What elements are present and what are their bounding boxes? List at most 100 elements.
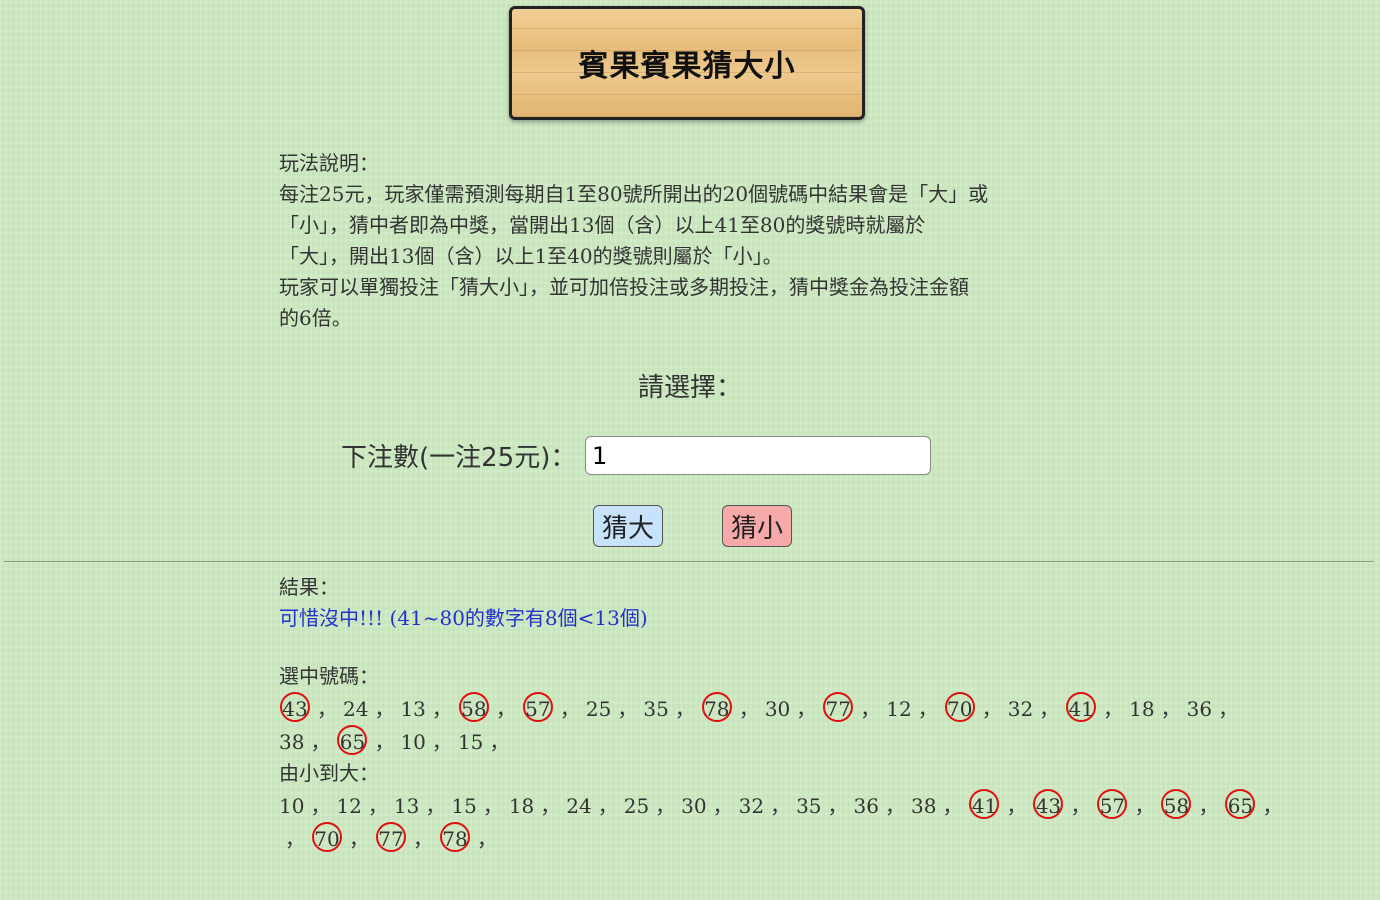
guess-small-button[interactable]: 猜小 <box>722 505 792 547</box>
number-separator: ， <box>884 794 905 818</box>
drawn-number: 24 <box>566 794 592 818</box>
number-separator: ， <box>860 697 881 721</box>
drawn-number: 10 <box>400 730 426 754</box>
rules-description: 玩法說明： 每注25元，玩家僅需預測每期自1至80號所開出的20個號碼中結果會是… <box>279 148 1099 334</box>
big-number-circled: 57 <box>1097 789 1128 819</box>
drawn-number: 32 <box>1007 697 1034 721</box>
rules-line-4: 玩家可以單獨投注「猜大小」，並可加倍投注或多期投注，猜中獎金為投注金額 <box>279 275 969 299</box>
number-separator: ， <box>1070 794 1091 818</box>
drawn-number: 12 <box>886 697 912 721</box>
number-separator: ， <box>413 827 433 851</box>
big-number-circled: 78 <box>701 692 732 722</box>
number-separator: ， <box>310 730 331 754</box>
big-number-circled: 70 <box>312 822 342 852</box>
number-separator: ， <box>1134 794 1155 818</box>
drawn-number: 12 <box>336 794 362 818</box>
drawn-number: 30 <box>764 697 791 721</box>
drawn-number: 13 <box>393 794 420 818</box>
number-separator: ， <box>495 697 516 721</box>
drawn-number: 36 <box>853 794 879 818</box>
drawn-number: 32 <box>738 794 765 818</box>
drawn-number: 15 <box>451 794 477 818</box>
drawn-number: 15 <box>457 730 484 754</box>
rules-line-1: 每注25元，玩家僅需預測每期自1至80號所開出的20個號碼中結果會是「大」或 <box>279 182 989 206</box>
number-separator: ， <box>796 697 817 721</box>
number-separator: ， <box>617 697 638 721</box>
game-title: 賓果賓果猜大小 <box>578 49 796 84</box>
number-separator: ， <box>712 794 733 818</box>
drawn-number: 36 <box>1186 697 1213 721</box>
number-separator: ， <box>559 697 580 721</box>
drawn-number: 13 <box>400 697 426 721</box>
drawn-number: 25 <box>585 697 612 721</box>
bet-count-label: 下注數(一注25元)： <box>341 443 577 473</box>
number-separator: ， <box>374 730 395 754</box>
number-separator: ， <box>285 827 305 851</box>
result-message: 可惜沒中!!! (41~80的數字有8個<13個) <box>279 606 648 630</box>
big-number-circled: 70 <box>944 692 975 722</box>
drawn-number: 24 <box>343 697 369 721</box>
rules-line-5: 的6倍。 <box>279 306 352 330</box>
number-separator: ， <box>425 794 446 818</box>
drawn-number: 35 <box>643 697 669 721</box>
number-separator: ， <box>655 794 676 818</box>
number-separator: ， <box>540 794 561 818</box>
number-separator: ， <box>317 697 337 721</box>
drawn-number: 38 <box>910 794 937 818</box>
rules-line-2: 「小」，猜中者即為中獎，當開出13個（含）以上41至80的獎號時就屬於 <box>279 213 926 237</box>
selected-numbers-row-1: 43， 24， 13， 58， 57， 25， 35， 78， 30， 77， 12， 70， 32， 4… <box>279 692 1238 725</box>
number-separator: ， <box>310 794 331 818</box>
number-separator: ， <box>1103 697 1124 721</box>
number-separator: ， <box>367 794 388 818</box>
drawn-number: 38 <box>279 730 305 754</box>
result-heading: 結果： <box>279 575 339 599</box>
number-separator: ， <box>1160 697 1181 721</box>
drawn-number: 18 <box>1129 697 1155 721</box>
number-separator: ， <box>489 730 510 754</box>
number-separator: ， <box>1006 794 1027 818</box>
number-separator: ， <box>917 697 938 721</box>
big-number-circled: 65 <box>1225 789 1256 819</box>
game-title-sign: 賓果賓果猜大小 <box>509 6 865 120</box>
divider <box>4 561 1374 562</box>
number-separator: ， <box>1039 697 1060 721</box>
number-separator: ， <box>1218 697 1239 721</box>
big-number-circled: 41 <box>1066 692 1097 722</box>
number-separator: ， <box>942 794 963 818</box>
big-number-circled: 58 <box>458 692 489 722</box>
drawn-number: 25 <box>623 794 650 818</box>
big-number-circled: 77 <box>376 822 406 852</box>
number-separator: ， <box>674 697 695 721</box>
number-separator: ， <box>827 794 848 818</box>
big-number-circled: 57 <box>522 692 553 722</box>
big-number-circled: 78 <box>440 822 470 852</box>
rules-heading: 玩法說明： <box>279 151 379 175</box>
rules-line-3: 「大」，開出13個（含）以上1至40的獎號則屬於「小」。 <box>279 244 783 268</box>
number-separator: ， <box>1262 794 1283 818</box>
selected-numbers-row-2: 38， 65， 10， 15， <box>279 725 1099 758</box>
number-separator: ， <box>431 730 452 754</box>
number-separator: ， <box>597 794 618 818</box>
sorted-numbers-row-1: 10， 12， 13， 15， 18， 24， 25， 30， 32， 35， 36， 38， 41， 4… <box>279 789 1282 822</box>
guess-big-button[interactable]: 猜大 <box>593 505 663 547</box>
number-separator: ， <box>374 697 395 721</box>
sorted-numbers-row-2: ， 70 ， 77 ， 78 ， <box>279 822 1099 855</box>
big-number-circled: 77 <box>823 692 854 722</box>
big-number-circled: 43 <box>280 692 310 722</box>
drawn-number: 18 <box>508 794 535 818</box>
number-separator: ， <box>431 697 452 721</box>
selected-numbers-heading: 選中號碼： <box>279 664 379 688</box>
result-section: 結果： 可惜沒中!!! (41~80的數字有8個<13個) 選中號碼： 43， 2… <box>279 572 1282 855</box>
bet-count-input[interactable] <box>585 436 931 475</box>
number-separator: ， <box>1198 794 1219 818</box>
number-separator: ， <box>738 697 759 721</box>
number-separator: ， <box>477 827 497 851</box>
drawn-number: 10 <box>279 794 305 818</box>
drawn-number: 35 <box>796 794 822 818</box>
sorted-numbers-heading: 由小到大： <box>279 761 379 785</box>
big-number-circled: 58 <box>1161 789 1192 819</box>
number-separator: ， <box>981 697 1002 721</box>
choose-heading: 請選擇： <box>637 373 742 403</box>
number-separator: ， <box>349 827 369 851</box>
number-separator: ， <box>482 794 503 818</box>
